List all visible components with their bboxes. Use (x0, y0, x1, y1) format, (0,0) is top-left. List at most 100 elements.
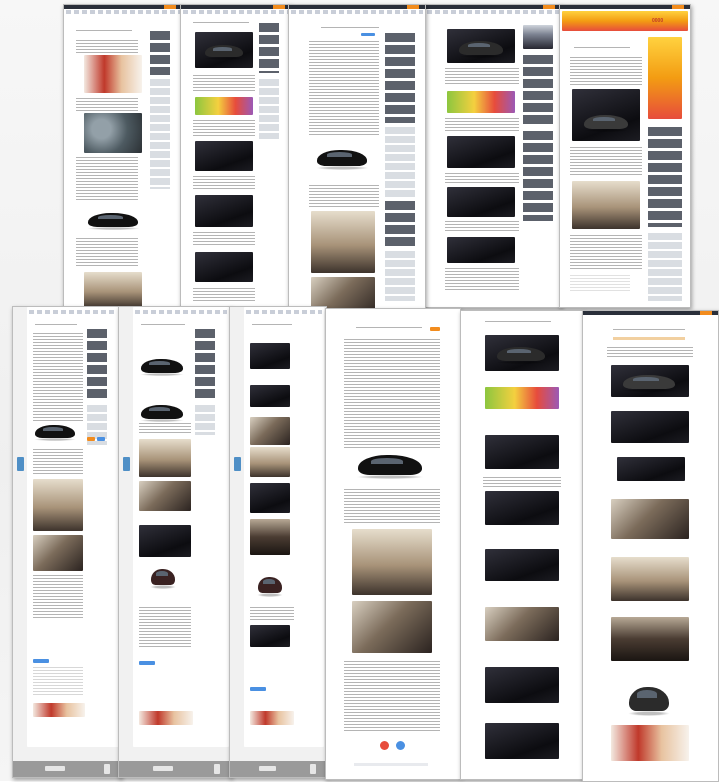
sedan-image (139, 359, 185, 377)
car-photo (195, 141, 253, 171)
wrapped-car-photo (485, 387, 559, 409)
sidebar-thumbnails[interactable] (523, 55, 553, 125)
site-nav[interactable] (29, 310, 117, 314)
sidebar-links[interactable] (385, 127, 415, 197)
car-photo (250, 625, 290, 647)
article-text (76, 238, 138, 268)
article-text (445, 173, 519, 183)
screenshot-page-9 (325, 308, 461, 780)
sidebar-thumbnails[interactable] (385, 33, 415, 123)
article-title (613, 329, 685, 332)
advertisement-banner[interactable] (562, 11, 688, 31)
tag-row[interactable] (354, 763, 428, 766)
article-text (344, 489, 440, 523)
sidebar-links[interactable] (150, 79, 170, 189)
article-text (76, 40, 138, 54)
article-text (193, 176, 255, 190)
sedan-image (582, 115, 630, 133)
article-text (193, 120, 255, 138)
tag-row[interactable] (613, 337, 685, 340)
sidebar-thumbnails[interactable] (150, 31, 170, 75)
sidebar-ad[interactable] (648, 37, 682, 119)
sedan-rear-image (150, 569, 176, 589)
car-photo (617, 457, 685, 481)
feedback-tab[interactable] (17, 457, 24, 471)
event-photo (84, 55, 142, 93)
site-nav[interactable] (291, 10, 423, 14)
sunroof-photo (352, 529, 432, 595)
sedan-image (33, 425, 77, 441)
article-text (344, 339, 440, 449)
car-photo (250, 483, 290, 513)
seats-photo (611, 557, 689, 601)
interior-photo (139, 481, 191, 511)
article-text (570, 147, 642, 177)
screenshot-page-4 (424, 4, 562, 308)
car-photo (485, 491, 559, 525)
sunroof-photo (33, 479, 83, 531)
advertisement-text: 0000 (652, 18, 664, 24)
site-nav[interactable] (427, 10, 559, 14)
article-text (344, 661, 440, 731)
interior-photo (250, 417, 290, 445)
site-nav[interactable] (66, 10, 180, 14)
showroom-photo (523, 25, 553, 49)
share-icon[interactable] (396, 741, 405, 750)
sidebar-thumbnails[interactable] (87, 329, 107, 399)
article-text (139, 423, 191, 435)
share-button[interactable] (430, 327, 440, 331)
article-text (445, 221, 519, 233)
interior-photo (611, 499, 689, 539)
article-title (35, 324, 77, 327)
comment-section (33, 667, 83, 697)
sidebar-thumbnails[interactable] (259, 23, 279, 73)
share-button[interactable] (361, 33, 375, 36)
sidebar-links[interactable] (648, 233, 682, 301)
sedan-image (621, 375, 677, 393)
sidebar-links[interactable] (385, 251, 415, 301)
car-photo (485, 549, 559, 581)
car-photo (447, 136, 515, 168)
site-nav[interactable] (246, 310, 322, 314)
sidebar-thumbnails[interactable] (523, 131, 553, 221)
screenshot-page-8 (229, 306, 327, 778)
comment-box[interactable] (570, 275, 630, 293)
toolbar-footer[interactable] (119, 761, 231, 777)
related-thumbs[interactable] (139, 711, 193, 725)
article-text (193, 232, 255, 246)
sedan-rear-image (627, 687, 671, 717)
car-photo (611, 411, 689, 443)
toolbar-footer[interactable] (13, 761, 121, 777)
trunk-photo (611, 617, 689, 661)
trunk-photo (250, 519, 290, 555)
sidebar-button[interactable] (97, 437, 105, 441)
share-button[interactable] (33, 659, 49, 663)
feedback-tab[interactable] (123, 457, 130, 471)
related-thumbs[interactable] (250, 711, 294, 725)
sidebar-links[interactable] (259, 79, 279, 139)
sidebar-thumbnails[interactable] (385, 201, 415, 247)
toolbar-footer[interactable] (230, 761, 326, 777)
site-nav[interactable] (183, 10, 289, 14)
like-icon[interactable] (380, 741, 389, 750)
share-button[interactable] (139, 661, 155, 665)
related-thumbs[interactable] (33, 703, 85, 717)
sidebar-thumbnails[interactable] (648, 127, 682, 227)
car-photo (485, 667, 559, 703)
crowd-photo (84, 113, 142, 153)
sidebar-thumbnails[interactable] (195, 329, 215, 399)
sedan-image (86, 213, 140, 231)
sidebar-button[interactable] (87, 437, 95, 441)
site-nav[interactable] (135, 310, 227, 314)
car-photo (447, 187, 515, 217)
site-header-bar (289, 5, 425, 9)
feedback-tab[interactable] (234, 457, 241, 471)
sedan-image (315, 150, 369, 170)
screenshot-page-10 (460, 310, 584, 780)
screenshot-page-7 (118, 306, 232, 778)
article-text (33, 333, 83, 423)
sidebar-links[interactable] (195, 405, 215, 435)
article-text (309, 185, 379, 207)
site-header-bar (583, 311, 718, 315)
share-button[interactable] (250, 687, 266, 691)
